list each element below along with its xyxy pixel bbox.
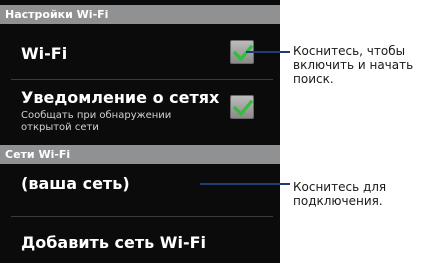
callout-text-checkbox: Коснитесь, чтобы включить и начать поиск…	[293, 44, 414, 86]
checkmark-icon	[232, 99, 254, 117]
network-notification-checkbox[interactable]	[230, 95, 254, 119]
divider	[11, 216, 273, 217]
network-notification-label: Уведомление о сетях	[21, 88, 220, 107]
checkmark-icon	[232, 44, 254, 62]
callout-line-network	[200, 183, 290, 185]
network-notification-subtitle: Сообщать при обнаружении открытой сети	[21, 110, 172, 133]
callout-text-network: Коснитесь для подключения.	[293, 180, 387, 208]
wifi-toggle-label: Wi-Fi	[21, 44, 68, 63]
network-name-label: (ваша сеть)	[21, 174, 130, 193]
divider	[11, 79, 273, 80]
section-header-wifi-networks: Сети Wi-Fi	[0, 145, 280, 164]
wifi-settings-screen: Настройки Wi-Fi Wi-Fi Уведомление о сетя…	[0, 0, 280, 263]
section-header-wifi-settings: Настройки Wi-Fi	[0, 5, 280, 24]
callout-line-checkbox	[246, 51, 290, 53]
add-wifi-network-label: Добавить сеть Wi-Fi	[21, 233, 206, 252]
